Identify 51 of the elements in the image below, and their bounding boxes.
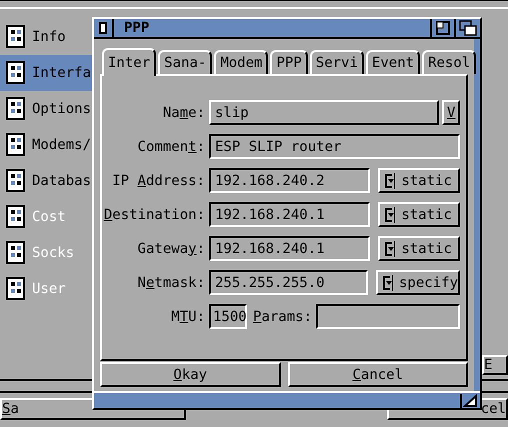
- module-icon: [4, 204, 28, 230]
- field-label: Gateway:: [136, 240, 206, 257]
- field-label: Params:: [252, 308, 314, 325]
- dialog-button[interactable]: Okay: [100, 362, 280, 388]
- address-field[interactable]: 192.168.240.1: [209, 236, 370, 262]
- module-icon: [4, 276, 28, 302]
- cycle-icon: [383, 206, 396, 224]
- sidebar-item[interactable]: Options: [0, 96, 92, 122]
- name-field[interactable]: slip: [209, 100, 440, 126]
- cycle-button[interactable]: static: [378, 202, 460, 228]
- params-field[interactable]: [316, 304, 460, 330]
- cycle-icon: [383, 172, 396, 190]
- mtu-field[interactable]: 1500: [209, 304, 247, 330]
- module-icon: [4, 96, 28, 122]
- module-icon: [4, 168, 28, 194]
- tab[interactable]: Event: [366, 50, 420, 74]
- field-label: Name:: [162, 104, 206, 121]
- depth-icon[interactable]: [454, 19, 480, 38]
- field-label: Destination:: [102, 206, 206, 223]
- resize-icon[interactable]: [460, 394, 480, 408]
- popup-button[interactable]: V: [442, 100, 460, 126]
- tab[interactable]: Servi: [310, 50, 364, 74]
- sidebar-item[interactable]: Databas: [0, 168, 92, 194]
- cycle-button[interactable]: static: [378, 236, 460, 262]
- field-label: IP Address:: [111, 172, 206, 189]
- module-icon: [4, 60, 28, 86]
- module-icon: [4, 132, 28, 158]
- module-icon: [4, 240, 28, 266]
- address-field[interactable]: 192.168.240.2: [209, 168, 370, 194]
- tab[interactable]: PPP: [270, 50, 308, 74]
- dialog-button[interactable]: Cancel: [288, 362, 468, 388]
- sidebar-item[interactable]: Info: [0, 24, 92, 50]
- field-label: Netmask:: [136, 274, 206, 291]
- tab[interactable]: Sana-: [158, 50, 212, 74]
- module-icon: [4, 24, 28, 50]
- tab[interactable]: Modem: [214, 50, 268, 74]
- address-field[interactable]: 192.168.240.1: [209, 202, 370, 228]
- cycle-icon: [381, 274, 393, 292]
- address-field[interactable]: 255.255.255.0: [209, 270, 368, 296]
- sidebar-item[interactable]: Interfa: [0, 55, 92, 91]
- comment-field[interactable]: ESP SLIP router: [209, 134, 460, 160]
- field-label: MTU:: [170, 308, 206, 325]
- window-title: PPP: [124, 20, 150, 36]
- field-label: Comment:: [136, 138, 206, 155]
- cycle-button[interactable]: specify: [376, 270, 460, 296]
- tab[interactable]: Inter: [102, 48, 156, 76]
- side-button[interactable]: E: [482, 355, 508, 375]
- tab[interactable]: Resol: [422, 50, 476, 74]
- cycle-icon: [383, 240, 396, 258]
- cycle-button[interactable]: static: [378, 168, 460, 194]
- sidebar-item[interactable]: Modems/: [0, 132, 92, 158]
